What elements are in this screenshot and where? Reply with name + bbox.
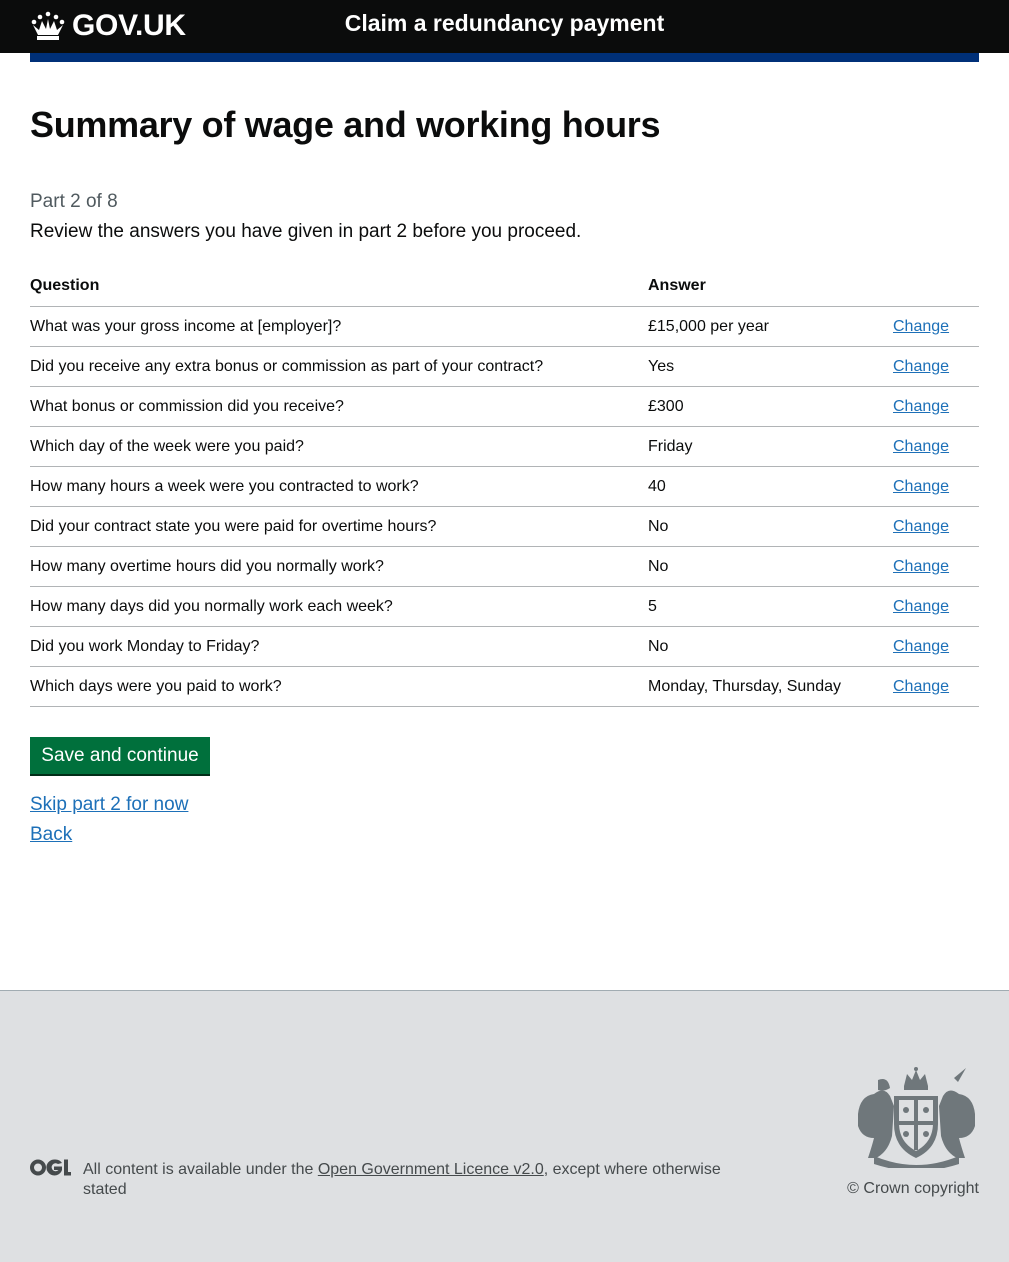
- row-question: Which days were you paid to work?: [30, 666, 648, 707]
- back-link[interactable]: Back: [30, 824, 72, 846]
- change-link-days-per-week[interactable]: Change: [893, 598, 949, 615]
- licence-text: All content is available under the Open …: [83, 1160, 723, 1200]
- row-answer: 5: [648, 586, 893, 627]
- row-answer: Monday, Thursday, Sunday: [648, 666, 893, 707]
- page-title: Summary of wage and working hours: [30, 104, 661, 145]
- change-link-overtime-paid[interactable]: Change: [893, 518, 949, 535]
- licence-prefix: All content is available under the: [83, 1161, 314, 1178]
- table-row: Did your contract state you were paid fo…: [30, 506, 979, 547]
- row-answer: £15,000 per year: [648, 306, 893, 347]
- answer-header: Answer: [648, 266, 893, 307]
- change-link-overtime-hours[interactable]: Change: [893, 558, 949, 575]
- table-row: How many hours a week were you contracte…: [30, 466, 979, 507]
- question-header: Question: [30, 266, 648, 307]
- table-row: Which days were you paid to work? Monday…: [30, 666, 979, 707]
- part-caption: Part 2 of 8: [30, 191, 118, 212]
- change-link-bonus-received[interactable]: Change: [893, 358, 949, 375]
- header-accent-bar: [30, 53, 979, 62]
- lead-paragraph: Review the answers you have given in par…: [30, 221, 582, 242]
- row-answer: No: [648, 546, 893, 587]
- row-question: What was your gross income at [employer]…: [30, 306, 648, 347]
- action-header: [893, 266, 979, 307]
- change-link-monday-to-friday[interactable]: Change: [893, 638, 949, 655]
- table-row: What bonus or commission did you receive…: [30, 386, 979, 427]
- row-question: How many overtime hours did you normally…: [30, 546, 648, 587]
- table-header-row: Question Answer: [30, 266, 979, 307]
- skip-part-link[interactable]: Skip part 2 for now: [30, 794, 188, 816]
- table-row: How many days did you normally work each…: [30, 586, 979, 627]
- row-question: Did your contract state you were paid fo…: [30, 506, 648, 547]
- service-name[interactable]: Claim a redundancy payment: [0, 10, 1009, 37]
- row-answer: 40: [648, 466, 893, 507]
- table-row: How many overtime hours did you normally…: [30, 546, 979, 587]
- row-answer: No: [648, 626, 893, 667]
- table-row: Did you work Monday to Friday? No Change: [30, 626, 979, 667]
- save-and-continue-button[interactable]: Save and continue: [30, 737, 210, 774]
- licence-link[interactable]: Open Government Licence v2.0: [318, 1161, 544, 1178]
- row-question: Did you work Monday to Friday?: [30, 626, 648, 667]
- site-footer: All content is available under the Open …: [0, 990, 1009, 1262]
- change-link-bonus-amount[interactable]: Change: [893, 398, 949, 415]
- royal-coat-of-arms-icon: [858, 1067, 975, 1168]
- summary-table: Question Answer What was your gross inco…: [30, 266, 979, 707]
- table-row: What was your gross income at [employer]…: [30, 306, 979, 347]
- row-answer: £300: [648, 386, 893, 427]
- row-question: Which day of the week were you paid?: [30, 426, 648, 467]
- site-header: GOV.UK Claim a redundancy payment: [0, 0, 1009, 53]
- row-question: How many days did you normally work each…: [30, 586, 648, 627]
- change-link-gross-income[interactable]: Change: [893, 318, 949, 335]
- crown-copyright: © Crown copyright: [847, 1180, 979, 1197]
- row-answer: Friday: [648, 426, 893, 467]
- change-link-paid-days[interactable]: Change: [893, 678, 949, 695]
- table-row: Did you receive any extra bonus or commi…: [30, 346, 979, 387]
- row-question: Did you receive any extra bonus or commi…: [30, 346, 648, 387]
- row-question: What bonus or commission did you receive…: [30, 386, 648, 427]
- change-link-pay-day[interactable]: Change: [893, 438, 949, 455]
- change-link-contracted-hours[interactable]: Change: [893, 478, 949, 495]
- ogl-logo-icon: [30, 1159, 71, 1176]
- row-answer: No: [648, 506, 893, 547]
- row-answer: Yes: [648, 346, 893, 387]
- table-row: Which day of the week were you paid? Fri…: [30, 426, 979, 467]
- row-question: How many hours a week were you contracte…: [30, 466, 648, 507]
